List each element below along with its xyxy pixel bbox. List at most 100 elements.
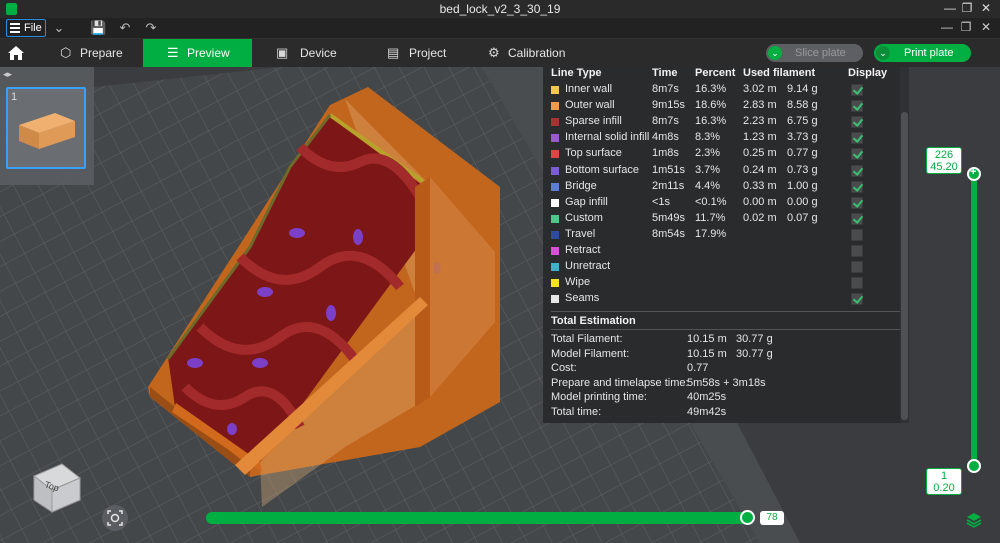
color-swatch	[551, 166, 559, 175]
display-checkbox[interactable]	[851, 100, 863, 113]
estimation-label: Model printing time:	[551, 391, 647, 404]
estimation-row: Cost: 0.77	[551, 362, 891, 377]
project-icon: ▤	[387, 45, 400, 60]
legend-divider	[551, 311, 901, 312]
color-swatch	[551, 230, 559, 239]
layer-slider-top-handle[interactable]: +	[967, 166, 981, 181]
display-checkbox[interactable]	[851, 132, 863, 145]
move-slider-track[interactable]	[206, 512, 751, 524]
tab-project[interactable]: ▤ Project	[375, 39, 475, 67]
color-swatch	[551, 214, 559, 223]
color-swatch	[551, 247, 559, 255]
layer-slider-bottom-handle[interactable]	[967, 459, 981, 473]
reset-view-button[interactable]	[102, 505, 128, 531]
line-type-length: 1.23 m	[743, 131, 777, 144]
tab-prepare[interactable]: ⬡ Prepare	[46, 39, 142, 67]
display-checkbox[interactable]	[851, 164, 863, 177]
line-type-name: Retract	[565, 244, 601, 256]
legend-row: Bridge 2m11s 4.4% 0.33 m 1.00 g	[543, 179, 900, 195]
line-type-name: Unretract	[565, 260, 611, 273]
line-type-weight: 6.75 g	[787, 115, 818, 128]
chevron-down-icon[interactable]: ⌄	[768, 46, 782, 60]
display-checkbox[interactable]	[851, 293, 863, 306]
display-checkbox[interactable]	[851, 180, 863, 193]
file-menu-button[interactable]: File	[6, 19, 46, 37]
redo-icon[interactable]: ↷	[143, 20, 159, 36]
minimize-icon[interactable]: —	[941, 1, 959, 15]
plus-icon: +	[970, 166, 977, 178]
estimation-label: Model Filament:	[551, 347, 630, 360]
tab-prepare-label: Prepare	[80, 46, 123, 60]
restore-toolbar-icon[interactable]: ❐	[958, 20, 974, 34]
line-type-percent: 16.3%	[695, 83, 727, 95]
display-checkbox[interactable]	[851, 212, 863, 225]
layers-icon[interactable]	[966, 512, 982, 528]
save-icon[interactable]: 💾	[90, 20, 106, 36]
estimation-row: Total time: 49m42s	[551, 406, 891, 421]
move-slider-handle[interactable]	[740, 510, 755, 525]
estimation-value: 10.15 m	[687, 333, 727, 345]
top-layer-number: 226	[934, 149, 954, 161]
estimation-label: Prepare and timelapse time:	[551, 376, 689, 389]
estimation-label: Total time:	[551, 406, 602, 418]
color-swatch	[551, 263, 559, 272]
legend-row: Retract	[543, 243, 900, 259]
legend-scrollbar[interactable]	[900, 67, 909, 423]
tab-calibration[interactable]: ⚙ Calibration	[476, 39, 586, 67]
line-type-weight: 9.14 g	[787, 83, 818, 95]
layer-slider-track[interactable]	[971, 172, 977, 465]
collapse-arrow-icon[interactable]: ◂▸	[3, 69, 12, 80]
display-checkbox[interactable]	[851, 116, 863, 129]
display-checkbox[interactable]	[851, 84, 863, 96]
legend-scroll-thumb[interactable]	[901, 112, 908, 420]
cube-icon: ⬡	[60, 45, 72, 60]
legend-row: Unretract	[543, 259, 900, 275]
line-type-name: Inner wall	[565, 83, 613, 95]
3d-viewport[interactable]: ◂▸ 1 Line Type Time Percent Used filamen…	[0, 67, 1000, 543]
legend-row: Gap infill <1s <0.1% 0.00 m 0.00 g	[543, 195, 900, 211]
restore-icon[interactable]: ❐	[958, 1, 976, 15]
plate-thumbnail[interactable]: 1	[6, 87, 86, 169]
slice-plate-label: Slice plate	[795, 47, 846, 59]
menu-bar: File ⌄ 💾 ↶ ↷ — ❐ ✕	[0, 18, 1000, 39]
header-used-filament: Used filament	[743, 67, 816, 79]
line-type-weight: 0.07 g	[787, 211, 818, 224]
color-swatch	[551, 102, 559, 111]
line-type-name: Wipe	[565, 276, 591, 289]
line-type-weight: 1.00 g	[787, 179, 818, 192]
line-type-name: Custom	[565, 211, 603, 224]
line-type-weight: 0.00 g	[787, 195, 818, 208]
home-icon[interactable]	[6, 43, 26, 63]
bottom-layer-number: 1	[940, 470, 948, 482]
display-checkbox[interactable]	[851, 228, 863, 241]
line-type-time: <1s	[652, 195, 671, 208]
layers-tab-icon: ☰	[167, 45, 179, 60]
chevron-down-icon[interactable]: ⌄	[51, 20, 67, 36]
line-type-name: Bridge	[565, 179, 597, 192]
undo-icon[interactable]: ↶	[117, 20, 133, 36]
minimize-toolbar-icon[interactable]: —	[939, 20, 955, 34]
slice-plate-button[interactable]: ⌄ Slice plate	[766, 44, 863, 62]
header-time: Time	[652, 67, 678, 79]
line-type-weight: 8.58 g	[787, 99, 818, 112]
estimation-value: 10.15 m	[687, 347, 727, 360]
display-checkbox[interactable]	[851, 148, 863, 161]
close-icon[interactable]: ✕	[977, 1, 995, 15]
color-swatch	[551, 182, 559, 191]
legend-row: Inner wall 8m7s 16.3% 3.02 m 9.14 g	[543, 82, 900, 98]
display-checkbox[interactable]	[851, 245, 863, 257]
chevron-down-icon[interactable]: ⌄	[876, 46, 890, 60]
legend-row: Custom 5m49s 11.7% 0.02 m 0.07 g	[543, 211, 900, 227]
bottom-layer-label: 1 0.20	[926, 468, 962, 495]
print-plate-button[interactable]: ⌄ Print plate	[874, 44, 971, 62]
display-checkbox[interactable]	[851, 196, 863, 209]
view-cube[interactable]: Top	[30, 460, 84, 514]
color-swatch	[551, 198, 559, 207]
legend-row: Seams	[543, 291, 900, 307]
tab-device[interactable]: ▣ Device	[262, 39, 362, 67]
tab-preview[interactable]: ☰ Preview	[143, 39, 252, 67]
line-type-time: 8m7s	[652, 83, 679, 95]
display-checkbox[interactable]	[851, 277, 863, 290]
close-toolbar-icon[interactable]: ✕	[978, 20, 994, 34]
display-checkbox[interactable]	[851, 261, 863, 274]
